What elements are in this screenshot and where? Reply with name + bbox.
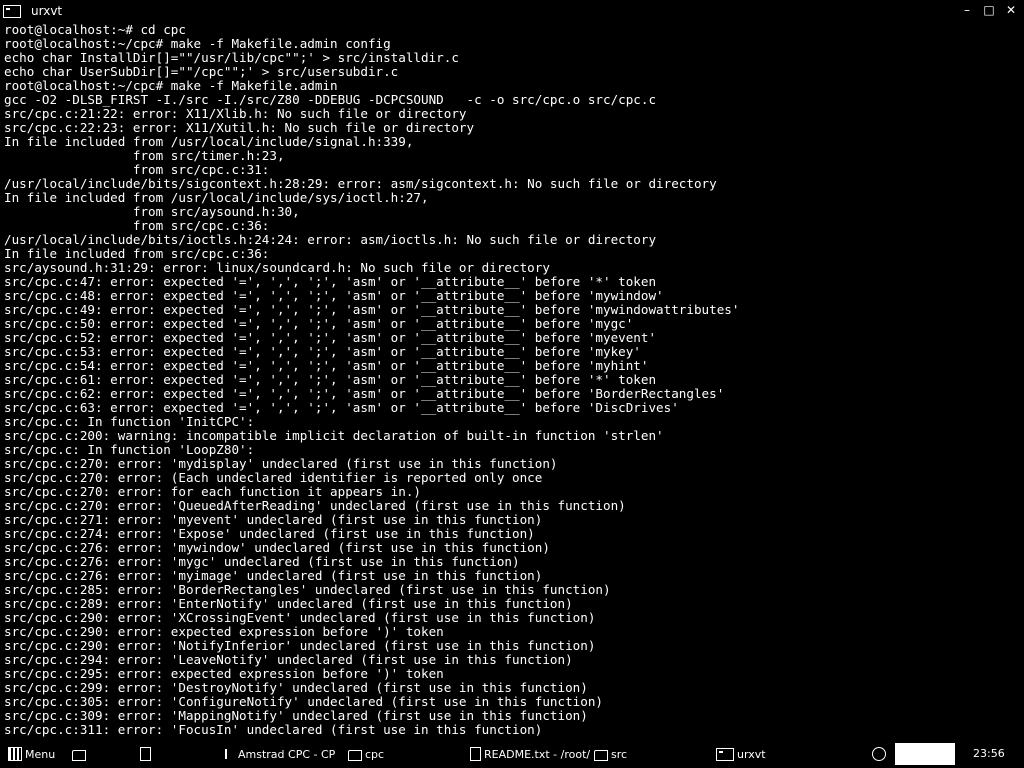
terminal-line: echo char UserSubDir[]=""/cpc"";' > src/… bbox=[4, 64, 399, 79]
terminal-line: root@localhost:~/cpc# make -f Makefile.a… bbox=[4, 78, 338, 93]
terminal-line: src/cpc.c:290: error: 'NotifyInferior' u… bbox=[4, 638, 596, 653]
task-amstrad-cpc[interactable]: Amstrad CPC - CP bbox=[225, 745, 335, 763]
maximize-button[interactable]: □ bbox=[982, 3, 996, 17]
terminal-line: In file included from /usr/local/include… bbox=[4, 190, 429, 205]
terminal-line: src/cpc.c:276: error: 'mywindow' undecla… bbox=[4, 540, 550, 555]
terminal-line: src/cpc.c:274: error: 'Expose' undeclare… bbox=[4, 526, 535, 541]
terminal-line: src/cpc.c:295: error: expected expressio… bbox=[4, 666, 444, 681]
terminal-line: /usr/local/include/bits/ioctls.h:24:24: … bbox=[4, 232, 657, 247]
terminal-line: src/cpc.c:61: error: expected '=', ',', … bbox=[4, 372, 657, 387]
terminal-line: src/cpc.c:21:22: error: X11/Xlib.h: No s… bbox=[4, 106, 467, 121]
tray-input-field[interactable] bbox=[895, 743, 955, 765]
terminal-line: src/cpc.c:289: error: 'EnterNotify' unde… bbox=[4, 596, 573, 611]
terminal-line: from src/aysound.h:30, bbox=[4, 204, 300, 219]
terminal-line: src/cpc.c:48: error: expected '=', ',', … bbox=[4, 288, 664, 303]
terminal-line: src/cpc.c:309: error: 'MappingNotify' un… bbox=[4, 708, 588, 723]
terminal-line: root@localhost:~/cpc# make -f Makefile.a… bbox=[4, 36, 391, 51]
terminal-line: src/cpc.c:270: error: for each function … bbox=[4, 484, 422, 499]
task-label: src bbox=[611, 747, 628, 761]
terminal-line: /usr/local/include/bits/sigcontext.h:28:… bbox=[4, 176, 717, 191]
terminal-icon[interactable] bbox=[3, 4, 21, 18]
folder-icon bbox=[348, 749, 362, 761]
folder-icon bbox=[594, 749, 608, 761]
window-titlebar[interactable]: urxvt – □ ✕ bbox=[0, 0, 1024, 22]
terminal-line: src/cpc.c:270: error: 'QueuedAfterReadin… bbox=[4, 498, 626, 513]
terminal-line: src/cpc.c: In function 'InitCPC': bbox=[4, 414, 255, 429]
quicklaunch-browser[interactable] bbox=[140, 745, 151, 763]
tray-network[interactable] bbox=[872, 745, 886, 763]
terminal-line: src/aysound.h:31:29: error: linux/soundc… bbox=[4, 260, 550, 275]
terminal-line: echo char InstallDir[]=""/usr/lib/cpc"";… bbox=[4, 50, 459, 65]
terminal-line: src/cpc.c:47: error: expected '=', ',', … bbox=[4, 274, 657, 289]
terminal-line: src/cpc.c:290: error: 'XCrossingEvent' u… bbox=[4, 610, 596, 625]
terminal-line: src/cpc.c:276: error: 'myimage' undeclar… bbox=[4, 568, 543, 583]
terminal-line: src/cpc.c:271: error: 'myevent' undeclar… bbox=[4, 512, 543, 527]
close-button[interactable]: ✕ bbox=[1004, 3, 1018, 17]
terminal-line: from src/timer.h:23, bbox=[4, 148, 285, 163]
menu-label: Menu bbox=[25, 747, 56, 761]
terminal-line: src/cpc.c:63: error: expected '=', ',', … bbox=[4, 400, 679, 415]
menu-icon bbox=[8, 747, 22, 761]
terminal-line: src/cpc.c:270: error: (Each undeclared i… bbox=[4, 470, 543, 485]
terminal-line: src/cpc.c:22:23: error: X11/Xutil.h: No … bbox=[4, 120, 475, 135]
terminal-line: src/cpc.c:290: error: expected expressio… bbox=[4, 624, 444, 639]
task-urxvt[interactable]: urxvt bbox=[716, 745, 766, 763]
terminal-line: root@localhost:~# cd cpc bbox=[4, 23, 186, 37]
taskbar: Menu Amstrad CPC - CP cpc README.txt - /… bbox=[0, 740, 1024, 768]
terminal-line: src/cpc.c:50: error: expected '=', ',', … bbox=[4, 316, 634, 331]
terminal-line: In file included from /usr/local/include… bbox=[4, 134, 414, 149]
menu-button[interactable]: Menu bbox=[8, 745, 55, 763]
minimize-button[interactable]: – bbox=[960, 3, 974, 17]
document-icon bbox=[470, 747, 481, 761]
window-title: urxvt bbox=[31, 4, 63, 18]
terminal-line: src/cpc.c:270: error: 'mydisplay' undecl… bbox=[4, 456, 558, 471]
task-label: README.txt - /root/ bbox=[484, 747, 591, 761]
terminal-line: src/cpc.c: In function 'LoopZ80': bbox=[4, 442, 255, 457]
window-controls: – □ ✕ bbox=[960, 3, 1018, 17]
browser-icon bbox=[140, 747, 151, 761]
terminal-line: gcc -O2 -DLSB_FIRST -I./src -I./src/Z80 … bbox=[4, 92, 657, 107]
emulator-icon bbox=[225, 749, 235, 759]
clock: 23:56 bbox=[973, 747, 1005, 760]
terminal-line: src/cpc.c:200: warning: incompatible imp… bbox=[4, 428, 664, 443]
terminal-line: src/cpc.c:285: error: 'BorderRectangles'… bbox=[4, 582, 611, 597]
terminal-line: src/cpc.c:294: error: 'LeaveNotify' unde… bbox=[4, 652, 573, 667]
task-cpc[interactable]: cpc bbox=[348, 745, 384, 763]
desktop-screen: urxvt – □ ✕ root@localhost:~# cd cpc root… bbox=[0, 0, 1024, 768]
terminal-icon bbox=[716, 747, 734, 761]
terminal-line: from src/cpc.c:36: bbox=[4, 218, 270, 233]
task-label: Amstrad CPC - CP bbox=[238, 747, 336, 761]
task-label: urxvt bbox=[737, 747, 766, 761]
task-label: cpc bbox=[365, 747, 385, 761]
terminal-line: src/cpc.c:52: error: expected '=', ',', … bbox=[4, 330, 657, 345]
task-readme[interactable]: README.txt - /root/ bbox=[470, 745, 590, 763]
terminal-line: src/cpc.c:276: error: 'mygc' undeclared … bbox=[4, 554, 520, 569]
terminal-line: src/cpc.c:311: error: 'FocusIn' undeclar… bbox=[4, 722, 543, 737]
network-icon bbox=[872, 747, 886, 761]
terminal-line: In file included from src/cpc.c:36: bbox=[4, 246, 270, 261]
terminal-line: src/cpc.c:54: error: expected '=', ',', … bbox=[4, 358, 649, 373]
terminal-line: src/cpc.c:49: error: expected '=', ',', … bbox=[4, 302, 740, 317]
terminal-line: src/cpc.c:299: error: 'DestroyNotify' un… bbox=[4, 680, 588, 695]
terminal-line: src/cpc.c:305: error: 'ConfigureNotify' … bbox=[4, 694, 603, 709]
terminal-line: src/cpc.c:62: error: expected '=', ',', … bbox=[4, 386, 725, 401]
terminal-line: from src/cpc.c:31: bbox=[4, 162, 270, 177]
file-manager-icon bbox=[72, 749, 86, 761]
quicklaunch-file-manager[interactable] bbox=[72, 745, 86, 763]
terminal-output[interactable]: root@localhost:~# cd cpc root@localhost:~… bbox=[4, 23, 1020, 739]
terminal-line: src/cpc.c:53: error: expected '=', ',', … bbox=[4, 344, 641, 359]
task-src[interactable]: src bbox=[594, 745, 627, 763]
